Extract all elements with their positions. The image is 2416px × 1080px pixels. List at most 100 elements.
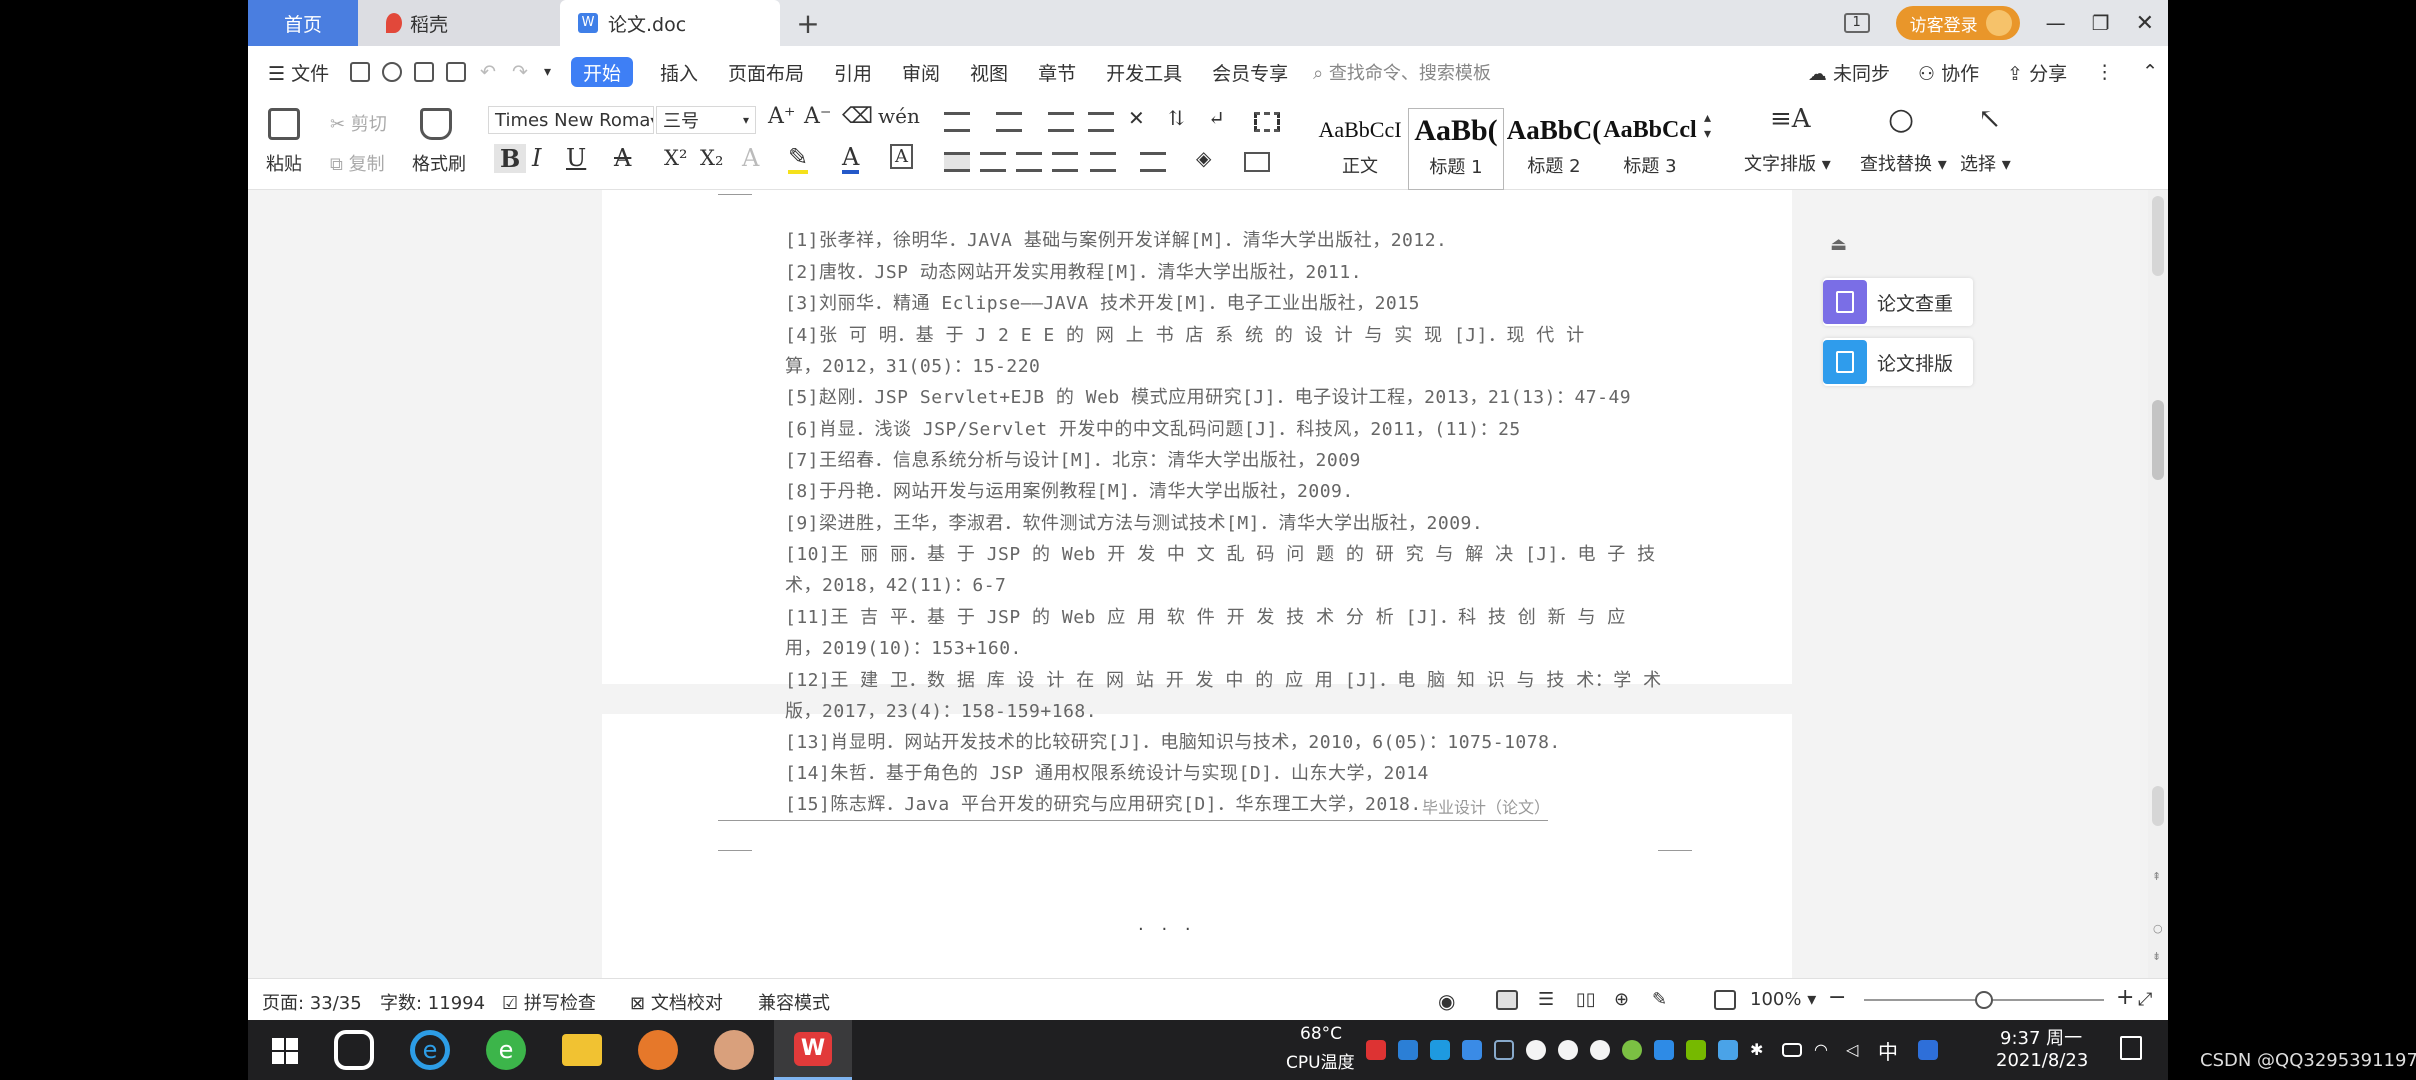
cursor-arrow-icon[interactable]: ↖ <box>1978 102 2001 135</box>
borders-icon[interactable] <box>1244 152 1270 172</box>
justify-icon[interactable] <box>1052 152 1078 172</box>
menu-start[interactable]: 开始 <box>570 57 633 87</box>
undo-icon[interactable]: ↶ <box>480 61 496 83</box>
menu-member[interactable]: 会员专享 <box>1197 59 1303 86</box>
login-button[interactable]: 访客登录 <box>1895 6 2020 40</box>
bold-button[interactable]: B <box>494 144 527 173</box>
tray-icon-shield[interactable] <box>1398 1040 1418 1060</box>
game-app-icon[interactable] <box>638 1030 678 1070</box>
photo-app-icon[interactable] <box>714 1030 754 1070</box>
minimize-button[interactable]: — <box>2046 11 2066 35</box>
close-button[interactable]: ✕ <box>2136 11 2154 36</box>
file-menu[interactable]: ☰ 文件 <box>248 59 344 86</box>
collapse-panel-icon[interactable]: ⏏ <box>1830 234 1847 255</box>
sort-icon[interactable]: ⇅ <box>1168 106 1185 130</box>
font-size-select[interactable]: 三号 ▾ <box>656 106 756 134</box>
volume-icon[interactable]: ◁ <box>1846 1040 1866 1060</box>
select-browse-icon[interactable]: ○ <box>2153 922 2163 935</box>
menu-page-layout[interactable]: 页面布局 <box>713 59 819 86</box>
menu-developer[interactable]: 开发工具 <box>1091 59 1197 86</box>
print-preview-icon[interactable] <box>446 62 467 82</box>
find-replace-button[interactable]: 查找替换 ▾ <box>1860 150 1947 176</box>
word-count[interactable]: 字数: 11994 <box>380 989 485 1015</box>
style-heading-3[interactable]: AaBbCcl 标题 3 <box>1602 108 1698 190</box>
pinwheel-app-icon[interactable] <box>334 1030 374 1070</box>
tray-icon-app[interactable] <box>1462 1040 1482 1060</box>
align-center-icon[interactable] <box>980 152 1006 172</box>
italic-button[interactable]: I <box>532 144 541 172</box>
char-border-icon[interactable]: A <box>890 144 913 169</box>
style-normal[interactable]: AaBbCcI 正文 <box>1312 108 1408 190</box>
wps-active-icon[interactable]: W <box>774 1020 852 1080</box>
clock-date[interactable]: 2021/8/23 <box>1996 1050 2088 1071</box>
grow-font-icon[interactable]: A⁺ <box>768 104 796 129</box>
restore-button[interactable]: ❐ <box>2092 11 2110 35</box>
outline-view-icon[interactable]: ☰ <box>1538 989 1554 1010</box>
magnifier-icon[interactable]: ○ <box>1888 102 1914 137</box>
copy-button[interactable]: ⧉ 复制 <box>330 150 385 176</box>
subscript-button[interactable]: X₂ <box>700 146 723 170</box>
prev-page-icon[interactable]: ⇞ <box>2152 870 2161 883</box>
ime-indicator[interactable]: 中 <box>1878 1036 1898 1065</box>
format-painter-icon[interactable] <box>420 108 452 140</box>
zoom-out-button[interactable]: − <box>1828 985 1846 1010</box>
notification-icon[interactable] <box>2120 1036 2142 1060</box>
paste-button[interactable]: 粘贴 <box>266 150 302 176</box>
vertical-scrollbar[interactable]: ⇞ ○ ⇟ <box>2148 190 2168 978</box>
text-layout-icon[interactable]: ≡A <box>1770 104 1811 134</box>
reading-view-icon[interactable]: ▯▯ <box>1576 989 1596 1010</box>
fit-page-icon[interactable] <box>1714 990 1736 1010</box>
new-tab-button[interactable]: + <box>788 0 828 46</box>
align-right-icon[interactable] <box>1016 152 1042 172</box>
tray-icon-qq[interactable] <box>1526 1040 1546 1060</box>
increase-indent-icon[interactable] <box>1088 112 1114 132</box>
table-tools-icon[interactable] <box>1254 112 1280 132</box>
zoom-select[interactable]: 100% ▾ <box>1750 989 1816 1010</box>
font-color-icon[interactable]: A <box>842 144 860 174</box>
command-search[interactable]: ⌕ 查找命令、搜索模板 <box>1303 59 1491 85</box>
tray-icon-nvidia[interactable] <box>1686 1040 1706 1060</box>
menu-view[interactable]: 视图 <box>955 59 1023 86</box>
font-name-select[interactable]: Times New Roma▾ <box>488 106 654 134</box>
decrease-indent-icon[interactable] <box>1048 112 1074 132</box>
page-view-icon[interactable] <box>1496 990 1518 1010</box>
text-layout-button[interactable]: 文字排版 ▾ <box>1744 150 1831 176</box>
export-icon[interactable] <box>382 62 403 82</box>
save-icon[interactable] <box>350 62 371 82</box>
quick-access-dropdown-icon[interactable]: ▾ <box>544 64 551 80</box>
superscript-button[interactable]: X² <box>664 146 687 170</box>
menu-review[interactable]: 审阅 <box>887 59 955 86</box>
collapse-ribbon-icon[interactable]: ⌃ <box>2142 61 2158 83</box>
tray-icon-blue[interactable] <box>1654 1040 1674 1060</box>
zoom-slider-knob[interactable] <box>1975 991 1993 1009</box>
tray-icon-green[interactable] <box>1622 1040 1642 1060</box>
ie-browser-icon[interactable]: e <box>410 1030 450 1070</box>
eye-protection-icon[interactable]: ◉ <box>1438 989 1455 1013</box>
style-heading-1[interactable]: AaBb( 标题 1 <box>1408 108 1504 190</box>
clock-time[interactable]: 9:37 周一 <box>2000 1024 2082 1050</box>
shading-icon[interactable]: ◈ <box>1196 146 1211 170</box>
shrink-font-icon[interactable]: A⁻ <box>804 104 832 129</box>
file-explorer-icon[interactable] <box>562 1034 602 1066</box>
tray-icon-red[interactable] <box>1366 1040 1386 1060</box>
text-effect-icon[interactable]: A <box>742 144 759 172</box>
cut-button[interactable]: ✂ 剪切 <box>330 110 387 136</box>
paste-icon[interactable] <box>268 108 300 140</box>
tray-icon-qq2[interactable] <box>1558 1040 1578 1060</box>
strikethrough-button[interactable]: A <box>614 144 631 172</box>
menu-references[interactable]: 引用 <box>819 59 887 86</box>
spell-check-button[interactable]: ☑ 拼写检查 <box>502 989 596 1015</box>
tray-icon-defender[interactable] <box>1494 1040 1514 1060</box>
tray-icon-qq3[interactable] <box>1590 1040 1610 1060</box>
menu-insert[interactable]: 插入 <box>645 59 713 86</box>
more-icon[interactable]: ⋮ <box>2095 61 2114 83</box>
scroll-thumb[interactable] <box>2152 400 2164 480</box>
bullet-list-icon[interactable] <box>944 112 970 132</box>
tab-document[interactable]: W 论文.doc <box>560 0 780 46</box>
distribute-icon[interactable] <box>1090 152 1116 172</box>
show-hide-marks-icon[interactable]: ↵ <box>1208 106 1225 130</box>
styles-scroll-icon[interactable]: ▴ ▾ <box>1704 110 1711 142</box>
redo-icon[interactable]: ↷ <box>512 61 528 83</box>
zoom-slider[interactable] <box>1864 991 2104 1009</box>
align-left-icon[interactable] <box>944 152 970 172</box>
